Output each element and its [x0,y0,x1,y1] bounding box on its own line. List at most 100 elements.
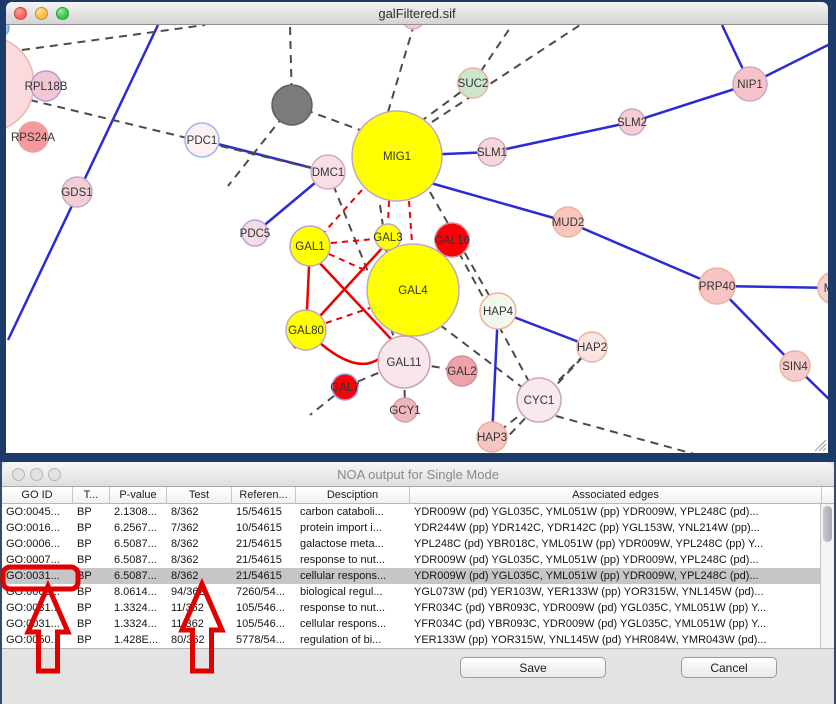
cell-reference: 105/546... [232,600,296,616]
edge-blue [492,311,498,437]
network-canvas[interactable]: RPL18BRPS24AGDS1PDC1DMC1MIG1SLM1SUC2SLM2… [6,25,828,453]
node-label-GAL11: GAL11 [387,357,422,369]
cell-reference: 21/54615 [232,552,296,568]
cell-test: 94/362 [167,584,232,600]
cell-p_value: 6.5087... [110,568,167,584]
cell-edges: YGL073W (pd) YER103W, YER133W (pp) YOR31… [410,584,822,600]
cell-type: BP [73,632,110,648]
cell-type: BP [73,584,110,600]
cell-type: BP [73,568,110,584]
save-button[interactable]: Save [460,657,606,678]
scrollbar-thumb[interactable] [823,506,832,542]
cell-description: biological regul... [296,584,410,600]
column-header-reference[interactable]: Referen... [232,487,296,504]
node-label-SIN4: SIN4 [782,361,808,373]
cell-test: 8/362 [167,504,232,520]
column-header-test[interactable]: Test [167,487,232,504]
cell-go_id: GO:0007... [2,552,73,568]
node-label-GAL1: GAL1 [295,241,324,253]
graph-window-titlebar[interactable]: galFiltered.sif [6,2,828,25]
noa-output-window: NOA output for Single Mode GO IDT...P-va… [0,462,836,704]
table-row[interactable]: GO:0045...BP2.1308...8/36215/54615carbon… [2,504,824,520]
cell-test: 11/362 [167,616,232,632]
cell-p_value: 1.3324... [110,616,167,632]
node-edge-blue-partial[interactable] [6,25,9,36]
node-label-GAL4: GAL4 [398,285,428,297]
cell-reference: 5778/54... [232,632,296,648]
network-graph: RPL18BRPS24AGDS1PDC1DMC1MIG1SLM1SUC2SLM2… [6,25,828,453]
cell-description: regulation of bi... [296,632,410,648]
zoom-button[interactable] [56,7,69,20]
node-label-SLM2: SLM2 [617,117,647,129]
cell-type: BP [73,520,110,536]
node-label-MIG1: MIG1 [383,151,411,163]
cell-description: response to nut... [296,552,410,568]
node-label-SLM1: SLM1 [477,147,507,159]
cell-go_id: GO:0031... [2,616,73,632]
table-row[interactable]: GO:0050...BP1.428E...80/3625778/54...reg… [2,632,824,648]
table-row[interactable]: GO:0065...BP8.0614...94/3627260/54...bio… [2,584,824,600]
edge-dash [556,416,705,453]
column-header-edges[interactable]: Associated edges [410,487,822,504]
cell-go_id: GO:0050... [2,632,73,648]
node-label-RPL18B: RPL18B [25,81,68,93]
edge-blue [420,180,568,222]
noa-window-title: NOA output for Single Mode [2,462,834,486]
cell-test: 11/362 [167,600,232,616]
node-gray-node[interactable] [272,85,312,125]
table-body: GO:0045...BP2.1308...8/36215/54615carbon… [2,504,824,648]
table-row[interactable]: GO:0007...BP6.5087...8/36221/54615respon… [2,552,824,568]
cell-go_id: GO:0065... [2,584,73,600]
cell-p_value: 6.5087... [110,552,167,568]
cell-test: 8/362 [167,552,232,568]
cell-edges: YFR034C (pd) YBR093C, YDR009W (pd) YGL03… [410,600,822,616]
table-row[interactable]: GO:0031...BP1.3324...11/362105/546...res… [2,600,824,616]
cell-description: cellular respons... [296,616,410,632]
node-label-PDC5: PDC5 [240,228,271,240]
edge-blue [492,122,632,152]
edge-red-dash [329,254,369,272]
table-row[interactable]: GO:0031...BP1.3324...11/362105/546...cel… [2,616,824,632]
node-label-NIP1: NIP1 [737,79,763,91]
table-row[interactable]: GO:0016...BP6.2567...7/36210/54615protei… [2,520,824,536]
edge-dash [388,28,413,112]
cell-edges: YDR009W (pd) YGL035C, YML051W (pp) YDR00… [410,504,822,520]
column-header-description[interactable]: Desciption [296,487,410,504]
cell-description: galactose meta... [296,536,410,552]
table-row[interactable]: GO:0006...BP6.5087...8/36221/54615galact… [2,536,824,552]
cell-edges: YDR009W (pd) YGL035C, YML051W (pp) YDR00… [410,568,822,584]
node-label-PRP40: PRP40 [699,281,735,293]
edge-red-dash [320,190,362,237]
minimize-button[interactable] [35,7,48,20]
column-header-type[interactable]: T... [73,487,110,504]
table-header-row: GO IDT...P-valueTestReferen...Desciption… [2,487,834,504]
column-header-go_id[interactable]: GO ID [2,487,73,504]
cell-p_value: 1.3324... [110,600,167,616]
node-top-cut[interactable] [402,25,424,29]
cell-reference: 15/54615 [232,504,296,520]
node-label-GAL80: GAL80 [288,325,324,337]
node-label-HAP4: HAP4 [483,306,514,318]
noa-window-titlebar[interactable]: NOA output for Single Mode [2,462,834,487]
vertical-scrollbar[interactable] [820,504,834,648]
edge-dash [22,25,205,50]
edge-blue [568,222,717,286]
cancel-button[interactable]: Cancel [681,657,777,678]
cell-go_id: GO:0016... [2,520,73,536]
table-row[interactable]: GO:0031...BP6.5087...8/36221/54615cellul… [2,568,824,584]
close-button[interactable] [14,7,27,20]
cell-p_value: 6.5087... [110,536,167,552]
cell-reference: 10/54615 [232,520,296,536]
cell-test: 7/362 [167,520,232,536]
cell-type: BP [73,616,110,632]
cell-description: protein import i... [296,520,410,536]
cell-edges: YER133W (pp) YOR315W, YNL145W (pd) YHR08… [410,632,822,648]
cell-type: BP [73,504,110,520]
cell-edges: YFR034C (pd) YBR093C, YDR009W (pd) YGL03… [410,616,822,632]
node-label-CYC1: CYC1 [524,395,555,407]
cell-test: 8/362 [167,568,232,584]
graph-window: galFiltered.sif RPL18BRPS24AGDS1PDC1DMC1… [6,2,828,458]
resize-grip-icon[interactable] [811,438,827,452]
node-label-DMC1: DMC1 [312,167,345,179]
column-header-p_value[interactable]: P-value [110,487,167,504]
